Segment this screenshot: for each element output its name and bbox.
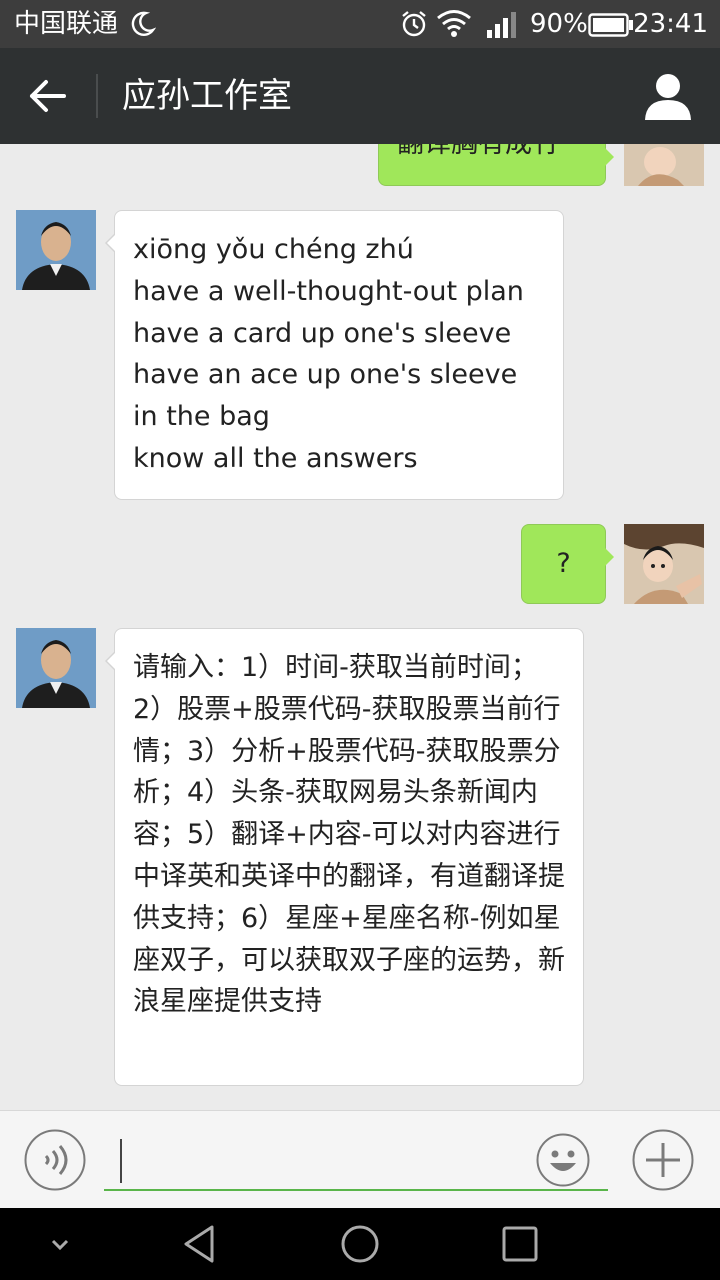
message-text-field[interactable] bbox=[104, 1131, 608, 1191]
message-text: xiōng yǒu chéng zhú have a well-thought-… bbox=[133, 234, 524, 474]
system-nav-bar bbox=[0, 1208, 720, 1280]
message-text: ? bbox=[556, 548, 571, 579]
outgoing-message-bubble[interactable]: 翻译胸有成竹 bbox=[378, 144, 614, 186]
wifi-icon bbox=[436, 8, 472, 42]
person-icon bbox=[645, 74, 691, 120]
voice-button[interactable] bbox=[24, 1129, 86, 1191]
recents-nav-button[interactable] bbox=[498, 1222, 542, 1266]
contact-avatar[interactable] bbox=[16, 628, 96, 708]
clock-time: 23:41 bbox=[633, 9, 708, 39]
emoji-button[interactable] bbox=[536, 1133, 590, 1187]
more-options-button[interactable] bbox=[632, 1129, 694, 1191]
message-text: 翻译胸有成竹 bbox=[397, 144, 559, 165]
plus-icon bbox=[632, 1129, 694, 1191]
arrow-left-icon bbox=[30, 80, 66, 112]
chat-title: 应孙工作室 bbox=[122, 76, 292, 116]
contact-avatar[interactable] bbox=[16, 210, 96, 290]
battery-icon bbox=[588, 12, 634, 42]
text-cursor bbox=[120, 1139, 122, 1183]
back-triangle-icon bbox=[184, 1225, 214, 1263]
chat-message-list[interactable]: 翻译胸有成竹 xiōng yǒu chéng zhú have a well-t… bbox=[0, 144, 720, 1110]
title-divider bbox=[96, 74, 98, 118]
collapse-button[interactable] bbox=[38, 1222, 82, 1266]
alarm-icon bbox=[400, 10, 428, 42]
battery-percent: 90% bbox=[530, 9, 588, 39]
message-text: 请输入：1）时间-获取当前时间；2）股票+股票代码-获取股票当前行情；3）分析+… bbox=[133, 652, 565, 1018]
incoming-message-bubble[interactable]: xiōng yǒu chéng zhú have a well-thought-… bbox=[105, 210, 564, 500]
status-bar: 中国联通 90% 23:41 bbox=[0, 0, 720, 48]
home-nav-button[interactable] bbox=[338, 1222, 382, 1266]
incoming-message-bubble[interactable]: 请输入：1）时间-获取当前时间；2）股票+股票代码-获取股票当前行情；3）分析+… bbox=[105, 628, 584, 1086]
emoji-icon bbox=[536, 1133, 590, 1187]
voice-icon bbox=[24, 1129, 86, 1191]
outgoing-message-bubble[interactable]: ? bbox=[521, 524, 614, 604]
moon-icon bbox=[130, 10, 157, 42]
collapse-icon bbox=[51, 1239, 69, 1251]
my-avatar[interactable] bbox=[624, 144, 704, 186]
message-input-bar bbox=[0, 1110, 720, 1209]
carrier-label: 中国联通 bbox=[14, 9, 119, 39]
home-circle-icon bbox=[341, 1225, 379, 1263]
signal-icon bbox=[486, 10, 518, 42]
profile-button[interactable] bbox=[642, 70, 694, 122]
back-button[interactable] bbox=[20, 72, 76, 120]
back-nav-button[interactable] bbox=[178, 1222, 222, 1266]
title-bar: 应孙工作室 bbox=[0, 48, 720, 144]
my-avatar[interactable] bbox=[624, 524, 704, 604]
recents-square-icon bbox=[502, 1226, 538, 1262]
